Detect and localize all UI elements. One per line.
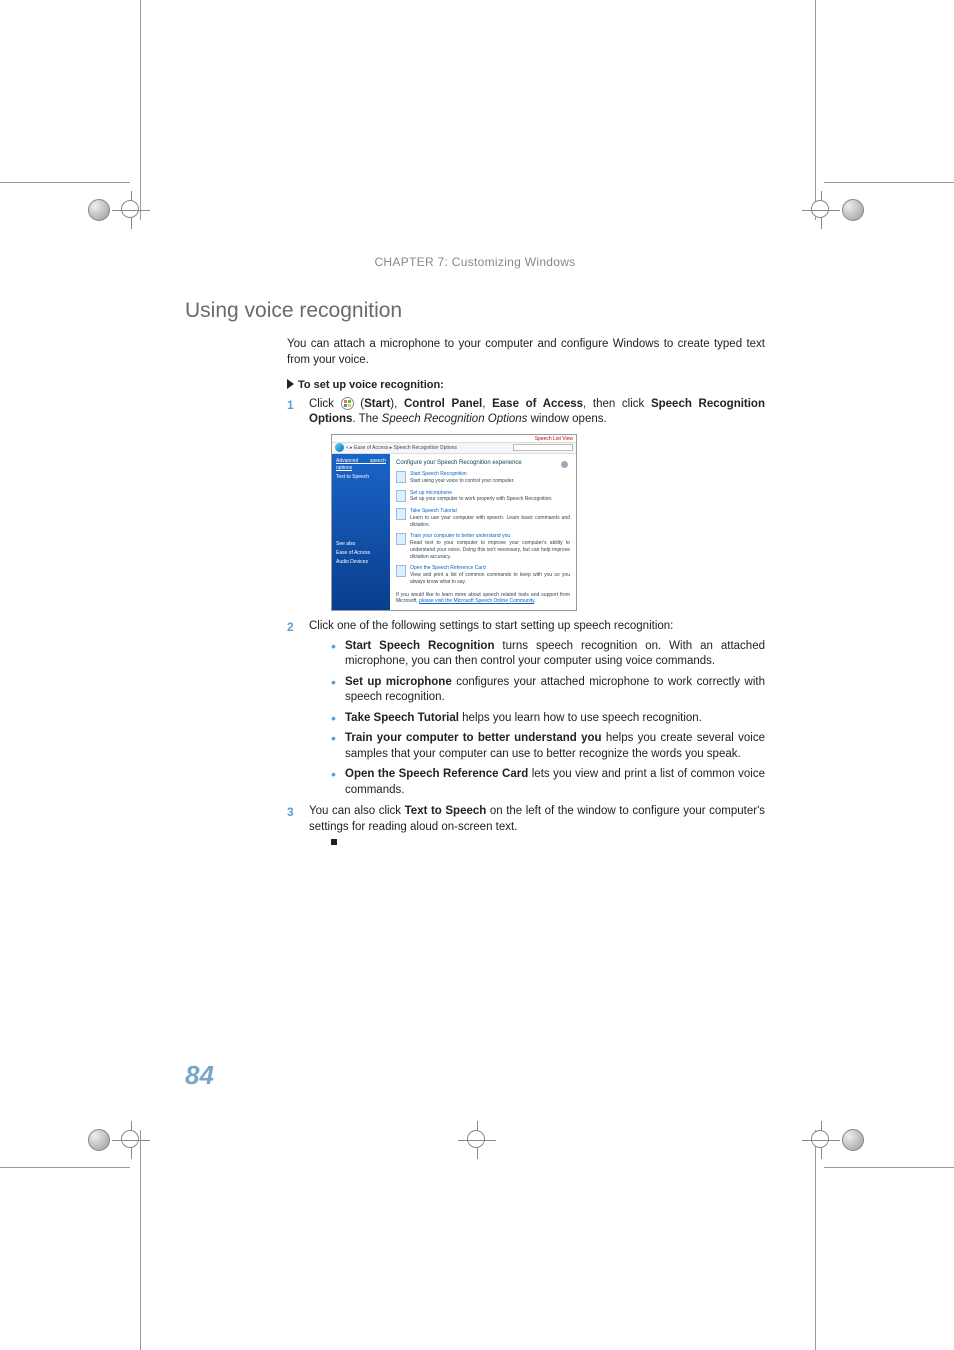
page-number: 84	[185, 1060, 214, 1091]
windows-start-icon	[341, 397, 354, 410]
tutorial-icon	[396, 508, 406, 520]
registration-mark-icon	[806, 1110, 866, 1170]
step-3: You can also click Text to Speech on the…	[287, 804, 765, 851]
registration-mark-icon	[88, 1110, 148, 1170]
breadcrumb: « ▸ Ease of Access ▸ Speech Recognition …	[346, 445, 457, 452]
bullet-open-speech-reference-card: Open the Speech Reference Card lets you …	[331, 767, 765, 798]
intro-paragraph: You can attach a microphone to your comp…	[287, 337, 765, 368]
end-of-procedure-icon	[331, 839, 337, 845]
speech-recognition-options-screenshot: Speech List View « ▸ Ease of Access ▸ Sp…	[331, 434, 577, 611]
bullet-start-speech-recognition: Start Speech Recognition turns speech re…	[331, 639, 765, 670]
bullet-take-speech-tutorial: Take Speech Tutorial helps you learn how…	[331, 711, 765, 727]
registration-mark-icon	[447, 1110, 507, 1170]
registration-mark-icon	[88, 180, 148, 240]
bullet-set-up-microphone: Set up microphone configures your attach…	[331, 675, 765, 706]
section-title: Using voice recognition	[185, 299, 765, 323]
triangle-bullet-icon	[287, 379, 294, 389]
search-input	[513, 444, 573, 451]
mic-setup-icon	[396, 490, 406, 502]
registration-mark-icon	[806, 180, 866, 240]
chapter-header: CHAPTER 7: Customizing Windows	[185, 255, 765, 269]
step-1: Click (Start), Control Panel, Ease of Ac…	[287, 397, 765, 611]
train-icon	[396, 533, 406, 545]
bullet-train-your-computer: Train your computer to better understand…	[331, 731, 765, 762]
mic-icon	[396, 471, 406, 483]
gear-icon	[561, 461, 568, 468]
sidebar: Advanced speech options Text to Speech S…	[332, 454, 390, 610]
step-2: Click one of the following settings to s…	[287, 619, 765, 798]
reference-card-icon	[396, 565, 406, 577]
back-button-icon	[335, 443, 344, 452]
procedure-heading: To set up voice recognition:	[287, 378, 765, 393]
